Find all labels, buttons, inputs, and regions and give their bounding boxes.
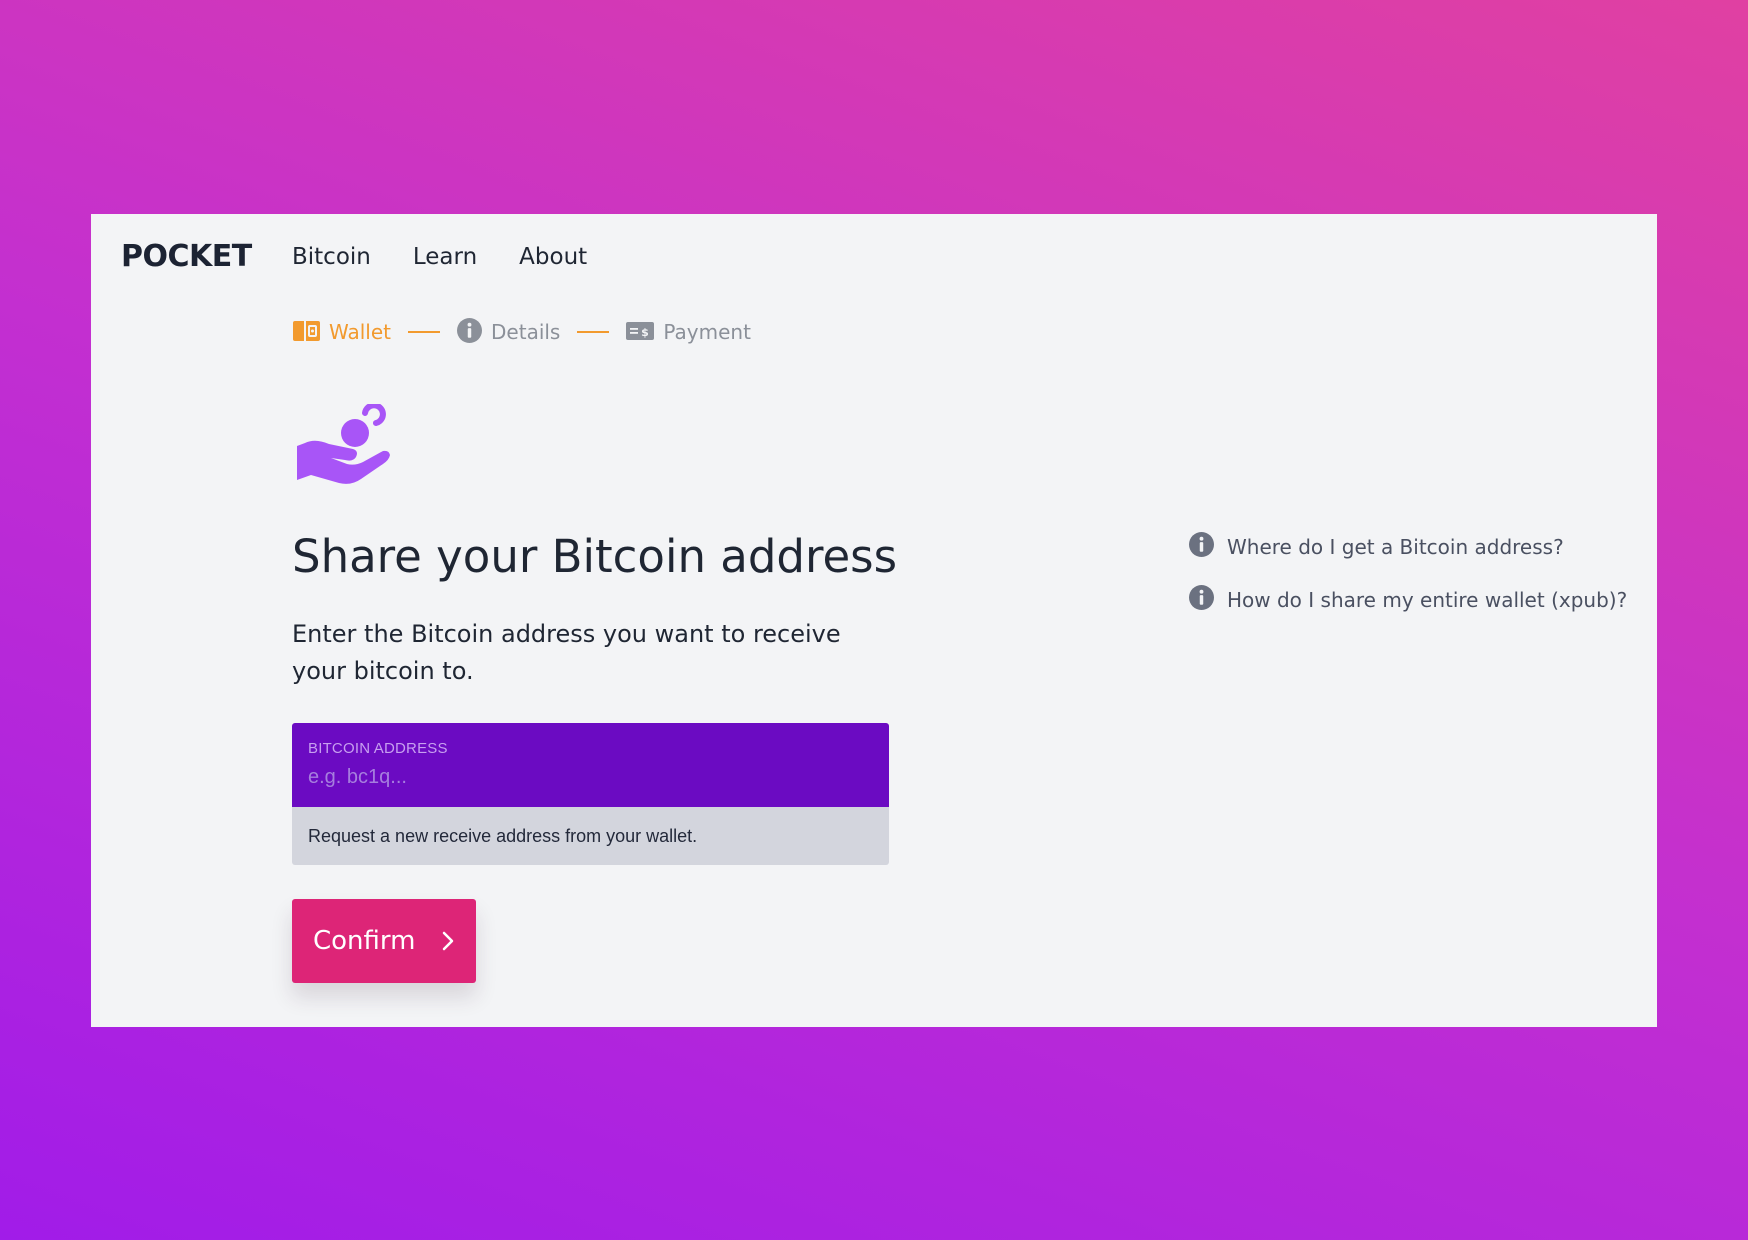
nav-item-learn[interactable]: Learn — [413, 246, 477, 269]
help-link-label: How do I share my entire wallet (xpub)? — [1227, 588, 1628, 612]
nav-item-bitcoin[interactable]: Bitcoin — [292, 246, 371, 269]
help-links: Where do I get a Bitcoin address? How do… — [1189, 532, 1627, 638]
address-hint: Request a new receive address from your … — [292, 807, 889, 865]
main-nav: Bitcoin Learn About — [292, 246, 587, 269]
step-label-details: Details — [491, 320, 561, 344]
step-details: Details — [457, 318, 560, 346]
step-payment: $ Payment — [626, 320, 751, 345]
confirm-button[interactable]: Confirm — [292, 899, 476, 983]
step-wallet: Wallet — [293, 320, 391, 345]
hand-coin-icon — [295, 402, 395, 499]
svg-text:$: $ — [642, 326, 650, 339]
help-link-bitcoin-address[interactable]: Where do I get a Bitcoin address? — [1189, 532, 1627, 562]
app-window: POCKET Bitcoin Learn About Wallet Detail… — [91, 214, 1657, 1027]
progress-steps: Wallet Details $ Payment — [293, 318, 751, 346]
page-description: Enter the Bitcoin address you want to re… — [292, 620, 841, 685]
step-connector — [577, 331, 610, 333]
nav-item-about[interactable]: About — [519, 246, 587, 269]
wallet-icon — [293, 320, 320, 345]
pocket-logo[interactable]: POCKET — [121, 242, 252, 272]
chevron-right-icon — [441, 930, 455, 952]
bitcoin-address-input[interactable] — [308, 766, 873, 789]
bitcoin-address-label: BITCOIN ADDRESS — [308, 740, 448, 757]
step-connector — [408, 331, 441, 333]
payment-icon: $ — [626, 320, 655, 345]
info-icon — [1189, 585, 1214, 615]
info-icon — [457, 318, 483, 346]
confirm-button-label: Confirm — [313, 926, 416, 956]
help-link-label: Where do I get a Bitcoin address? — [1227, 535, 1564, 559]
page-title: Share your Bitcoin address — [292, 530, 898, 583]
step-label-payment: Payment — [663, 320, 751, 344]
bitcoin-address-field[interactable]: BITCOIN ADDRESS — [292, 723, 889, 807]
step-label-wallet: Wallet — [329, 320, 392, 344]
info-icon — [1189, 532, 1214, 562]
help-link-share-xpub[interactable]: How do I share my entire wallet (xpub)? — [1189, 585, 1627, 615]
